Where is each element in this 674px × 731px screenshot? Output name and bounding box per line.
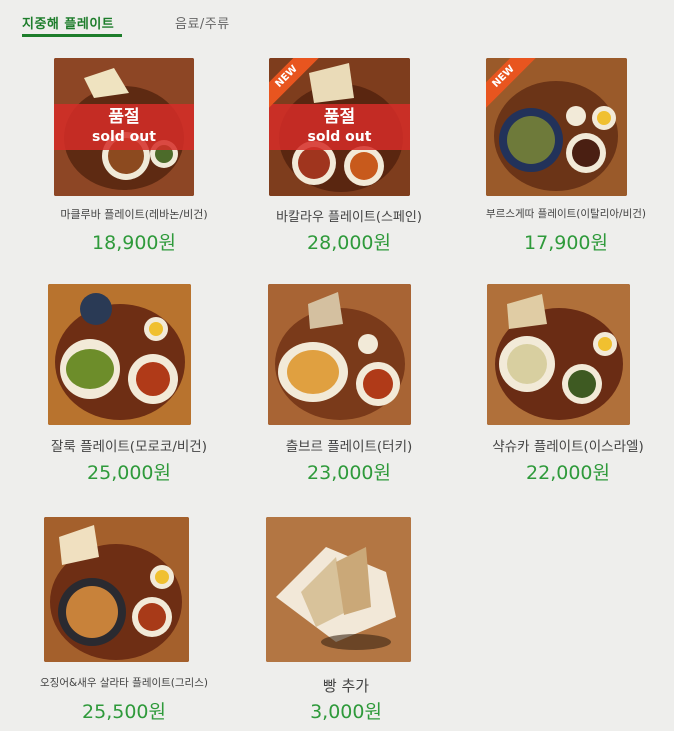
food-plate-illustration <box>48 284 191 425</box>
menu-item-name: 오징어&새우 살라타 플레이트(그리스) <box>40 677 208 689</box>
sold-out-banner: 품절 sold out <box>54 104 194 150</box>
menu-item-name: 츨브르 플레이트(터키) <box>285 439 413 455</box>
menu-item-image[interactable]: 품절 sold out <box>54 58 194 196</box>
menu-item-name: 부르스게따 플레이트(이탈리아/비건) <box>486 208 646 220</box>
bread-illustration <box>266 517 411 662</box>
food-plate-illustration <box>268 284 411 425</box>
menu-item-price: 17,900원 <box>524 232 608 254</box>
menu-item-price: 3,000원 <box>310 701 382 723</box>
tab-drinks[interactable]: 음료/주류 <box>175 13 230 32</box>
menu-item-image[interactable] <box>44 517 189 662</box>
category-tabs: 지중해 플레이트 음료/주류 <box>0 0 674 40</box>
food-plate-illustration <box>487 284 630 425</box>
menu-item-name: 샥슈카 플레이트(이스라엘) <box>492 439 644 455</box>
menu-item-image[interactable]: NEW <box>486 58 627 196</box>
sold-out-banner: 품절 sold out <box>269 104 410 150</box>
menu-item-price: 23,000원 <box>307 462 391 484</box>
sold-out-label-en: sold out <box>92 129 156 145</box>
menu-item-image[interactable] <box>266 517 411 662</box>
menu-item-price: 22,000원 <box>526 462 610 484</box>
sold-out-label-ko: 품절 <box>108 107 140 127</box>
menu-item-price: 28,000원 <box>307 232 391 254</box>
menu-item-price: 25,000원 <box>87 462 171 484</box>
menu-item-name: 빵 추가 <box>322 677 370 695</box>
sold-out-label-en: sold out <box>307 129 372 145</box>
menu-item-name: 마클루바 플레이트(레바논/비건) <box>60 208 208 221</box>
menu-item-image[interactable] <box>268 284 411 425</box>
menu-item-image[interactable] <box>487 284 630 425</box>
active-tab-indicator <box>22 34 122 37</box>
tab-mediterranean-plate[interactable]: 지중해 플레이트 <box>22 13 114 32</box>
menu-item-name: 잘룩 플레이트(모로코/비건) <box>51 439 207 455</box>
menu-item-price: 25,500원 <box>82 701 166 723</box>
sold-out-label-ko: 품절 <box>323 107 356 127</box>
menu-item-price: 18,900원 <box>92 232 176 254</box>
menu-item-image[interactable] <box>48 284 191 425</box>
menu-item-name: 바칼라우 플레이트(스페인) <box>276 210 422 225</box>
food-plate-illustration <box>44 517 189 662</box>
menu-item-image[interactable]: 품절 sold out NEW <box>269 58 410 196</box>
